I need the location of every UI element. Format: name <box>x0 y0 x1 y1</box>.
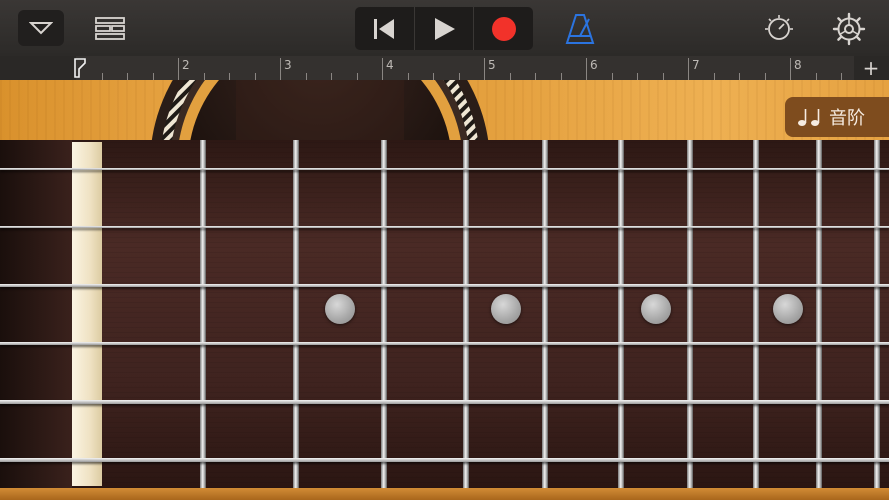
chevron-down-icon <box>29 22 53 35</box>
ruler-bar-tick <box>178 58 179 80</box>
settings-button[interactable] <box>830 10 868 48</box>
timeline-ruler[interactable]: 2 3 4 5 6 7 8 <box>0 56 889 80</box>
ruler-beat-tick <box>458 73 460 80</box>
ruler-beat-tick <box>713 73 715 80</box>
ruler-beat-tick <box>331 73 332 80</box>
guitar-body <box>0 80 889 140</box>
guitar-string[interactable] <box>0 226 889 228</box>
skip-to-start-icon <box>374 18 395 39</box>
fret-wire <box>200 140 206 488</box>
ruler-beat-tick <box>203 73 205 80</box>
track-controls-button[interactable] <box>762 12 796 46</box>
rewind-button[interactable] <box>355 7 415 50</box>
fret-wire <box>687 140 693 488</box>
ruler-bar-number: 6 <box>590 58 598 72</box>
ruler-bar-number: 5 <box>488 58 496 72</box>
gear-icon <box>832 12 866 46</box>
fret-wire <box>293 140 299 488</box>
guitar-string[interactable] <box>0 284 889 287</box>
metronome-button[interactable] <box>563 12 597 46</box>
ruler-beat-tick <box>229 73 230 80</box>
ruler-bar-tick <box>790 58 791 80</box>
guitar-string[interactable] <box>0 342 889 345</box>
headstock-end <box>0 140 72 488</box>
guitar-string[interactable] <box>0 168 889 170</box>
ruler-beat-tick <box>101 73 103 80</box>
fret-wire <box>816 140 822 488</box>
fret-wire <box>874 140 880 488</box>
fret-wire <box>542 140 548 488</box>
fret-inlay-dot <box>325 294 355 324</box>
toolbar <box>0 0 889 56</box>
ruler-strip: 2 3 4 5 6 7 8 <box>76 56 854 80</box>
playhead-marker[interactable] <box>74 58 86 78</box>
ruler-bar-tick <box>484 58 485 80</box>
record-button[interactable] <box>474 7 533 50</box>
play-icon <box>435 17 455 40</box>
ruler-bar-number: 7 <box>692 58 700 72</box>
ruler-beat-tick <box>637 73 638 80</box>
ruler-beat-tick <box>407 73 409 80</box>
ruler-beat-tick <box>305 73 307 80</box>
scales-label: 音阶 <box>829 108 865 129</box>
metronome-icon <box>565 14 595 44</box>
ruler-beat-tick <box>764 73 766 80</box>
fret-inlay-dot <box>772 294 803 324</box>
ruler-beat-tick <box>356 73 358 80</box>
ruler-beat-tick <box>662 73 664 80</box>
guitar-nut <box>72 142 102 486</box>
ruler-beat-tick <box>560 73 562 80</box>
ruler-bar-tick <box>280 58 281 80</box>
ruler-bar-tick <box>688 58 689 80</box>
music-note-icon <box>798 109 820 126</box>
guitar-string[interactable] <box>0 400 889 404</box>
guitar-body-lower-edge <box>0 488 889 500</box>
soundhole-rosette <box>151 80 489 140</box>
ruler-beat-tick <box>433 73 434 80</box>
ruler-beat-tick <box>509 73 511 80</box>
ruler-beat-tick <box>841 73 842 80</box>
tracks-view-icon <box>95 17 125 40</box>
fret-wire <box>381 140 387 488</box>
tracks-view-button[interactable] <box>92 14 128 42</box>
ruler-bar-number: 8 <box>794 58 802 72</box>
ruler-beat-tick <box>254 73 256 80</box>
ruler-beat-tick <box>739 73 740 80</box>
ruler-bar-tick <box>586 58 587 80</box>
ruler-beat-tick <box>815 73 817 80</box>
ruler-bar-number: 3 <box>284 58 292 72</box>
ruler-beat-tick <box>535 73 536 80</box>
ruler-beat-tick <box>611 73 613 80</box>
scales-button[interactable]: 音阶 <box>785 97 889 137</box>
fret-wire <box>753 140 759 488</box>
fret-wire <box>463 140 469 488</box>
add-section-button[interactable]: + <box>860 57 882 79</box>
transport-controls <box>355 7 533 50</box>
ruler-beat-tick <box>127 73 128 80</box>
fret-wire <box>618 140 624 488</box>
ruler-bar-number: 4 <box>386 58 394 72</box>
fret-inlay-dot <box>640 294 671 324</box>
ruler-beat-tick <box>152 73 154 80</box>
record-icon <box>491 16 516 41</box>
guitar-string[interactable] <box>0 458 889 462</box>
fret-inlay-dot <box>490 294 521 324</box>
play-button[interactable] <box>415 7 475 50</box>
track-controls-icon <box>765 15 793 40</box>
ruler-bar-tick <box>382 58 383 80</box>
ruler-bar-number: 2 <box>182 58 190 72</box>
view-menu-button[interactable] <box>18 10 64 46</box>
